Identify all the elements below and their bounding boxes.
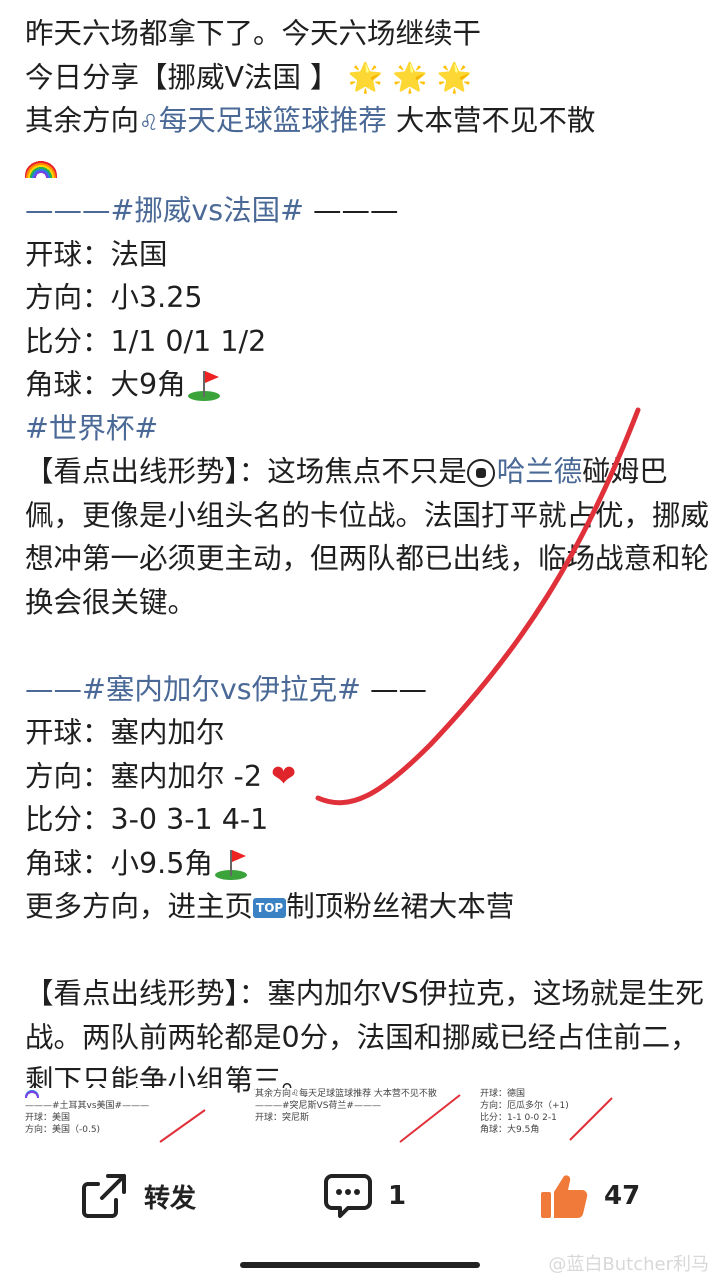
worldcup-hashtag[interactable]: #世界杯#: [25, 407, 715, 451]
match2-kickoff: 开球：塞内加尔: [25, 716, 225, 749]
match2-header: ——#塞内加尔vs伊拉克# ——: [25, 668, 715, 712]
match1-hashtag[interactable]: #挪威vs法国#: [111, 194, 304, 227]
match1-corner-line: 角球：大9角: [25, 363, 715, 407]
link-haaland-label: 哈兰德: [496, 455, 583, 488]
match2-corner-line: 角球：小9.5角: [25, 842, 715, 886]
watermark: @蓝白Butcher利马: [548, 1254, 709, 1275]
comment-button[interactable]: 1: [322, 1170, 406, 1222]
rainbow-icon: [25, 159, 57, 178]
match2-dash-left: ——: [25, 672, 82, 706]
match2-dash-right: ——: [360, 672, 428, 706]
more-prefix: 更多方向，进主页: [25, 890, 254, 923]
golf-flag-icon: [213, 848, 249, 882]
match2-corner: 角球：小9.5角: [25, 846, 213, 880]
thumb-line: 开球：突尼斯: [255, 1113, 310, 1123]
post-line-3: 其余方向♌每天足球篮球推荐 大本营不见不散: [25, 99, 715, 146]
post-line-2: 今日分享【挪威V法国 】 🌟 🌟 🌟: [25, 56, 715, 100]
thumb-line: 开球：美国: [25, 1113, 71, 1123]
analysis1-label: 【看点出线形势】：这场焦点不只是: [25, 455, 467, 488]
thumb-line: 方向：厄瓜多尔（+1): [480, 1101, 569, 1111]
thumbnail-2[interactable]: 其余方向♌每天足球篮球推荐 大本营不见不散 ———#突尼斯VS荷兰#——— 开球…: [255, 1088, 465, 1148]
comment-icon: [324, 1174, 372, 1218]
post-line-1: 昨天六场都拿下了。今天六场继续干: [25, 17, 482, 50]
comment-count: 1: [388, 1181, 407, 1211]
match1-header: ———#挪威vs法国# ———: [25, 189, 715, 233]
link-recommend-label: 每天足球篮球推荐: [158, 104, 387, 137]
heart-icon: ❤: [271, 758, 297, 794]
thumb-line: 开球：德国: [480, 1089, 526, 1099]
leo-icon: ♌: [139, 111, 159, 136]
repost-label: 转发: [144, 1183, 197, 1214]
match2-hashtag[interactable]: #塞内加尔vs伊拉克#: [82, 673, 361, 706]
match2-direction-line: 方向：塞内加尔 -2 ❤: [25, 755, 715, 799]
link-recommend[interactable]: ♌每天足球篮球推荐: [139, 104, 387, 137]
match1-corner: 角球：大9角: [25, 368, 186, 401]
post-line-3-prefix: 其余方向: [25, 104, 140, 137]
action-bar: 转发 1 47: [0, 1148, 719, 1248]
golf-flag-icon: [186, 369, 222, 403]
like-count: 47: [604, 1181, 641, 1211]
top-arrow-icon: TOP: [253, 898, 287, 918]
thumb-line: ———#突尼斯VS荷兰#———: [255, 1101, 381, 1111]
soccer-ball-icon: [466, 459, 495, 487]
post-line-3-suffix: 大本营不见不散: [386, 104, 596, 137]
match1-dash-left: ———: [25, 194, 111, 227]
thumb-line: ———#土耳其vs美国#———: [25, 1101, 150, 1111]
analysis2: 【看点出线形势】：塞内加尔VS伊拉克，这场就是生死战。两队前两轮都是0分，法国和…: [25, 977, 704, 1097]
repost-button[interactable]: 转发: [78, 1170, 196, 1222]
rainbow-line: [25, 146, 715, 190]
thumbnail-3[interactable]: 开球：德国 方向：厄瓜多尔（+1) 比分：1-1 0-0 2-1 角球：大9.5…: [480, 1088, 680, 1148]
thumbs-up-icon: [541, 1175, 588, 1218]
thumb-line: 角球：大9.5角: [480, 1125, 540, 1135]
match1-dash-right: ———: [303, 194, 399, 227]
star-icons: 🌟 🌟 🌟: [347, 60, 473, 94]
link-haaland[interactable]: 哈兰德: [466, 455, 583, 488]
match2-direction: 方向：塞内加尔 -2: [25, 759, 262, 793]
more-suffix: 制顶粉丝裙大本营: [286, 890, 515, 923]
thumbnail-1[interactable]: ———#土耳其vs美国#——— 开球：美国 方向：美国（-0.5): [25, 1088, 235, 1148]
match1-score: 比分：1/1 0/1 1/2: [25, 324, 267, 358]
post-line-2-text: 今日分享【挪威V法国 】: [25, 60, 339, 94]
analysis1: 【看点出线形势】：这场焦点不只是 哈兰德碰姆巴佩，更像是小组头名的卡位战。法国打平…: [25, 450, 715, 624]
share-icon: [82, 1174, 126, 1218]
more-line: 更多方向，进主页 TOP 制顶粉丝裙大本营: [25, 885, 715, 929]
thumb-line: 比分：1-1 0-0 2-1: [480, 1113, 557, 1123]
like-button[interactable]: 47: [538, 1170, 640, 1222]
image-thumbnails[interactable]: ———#土耳其vs美国#——— 开球：美国 方向：美国（-0.5) 其余方向♌每…: [25, 1088, 715, 1148]
post-body: 昨天六场都拿下了。今天六场继续干 今日分享【挪威V法国 】 🌟 🌟 🌟 其余方向…: [25, 12, 715, 1103]
match1-kickoff: 开球：法国: [25, 237, 168, 271]
match1-direction: 方向：小3.25: [25, 281, 203, 314]
rainbow-icon: [25, 1088, 235, 1100]
match2-score: 比分：3-0 3-1 4-1: [25, 803, 269, 836]
thumb-line: 方向：美国（-0.5): [25, 1125, 101, 1135]
home-indicator[interactable]: [240, 1262, 480, 1268]
thumb-line: 其余方向♌每天足球篮球推荐 大本营不见不散: [255, 1089, 437, 1099]
